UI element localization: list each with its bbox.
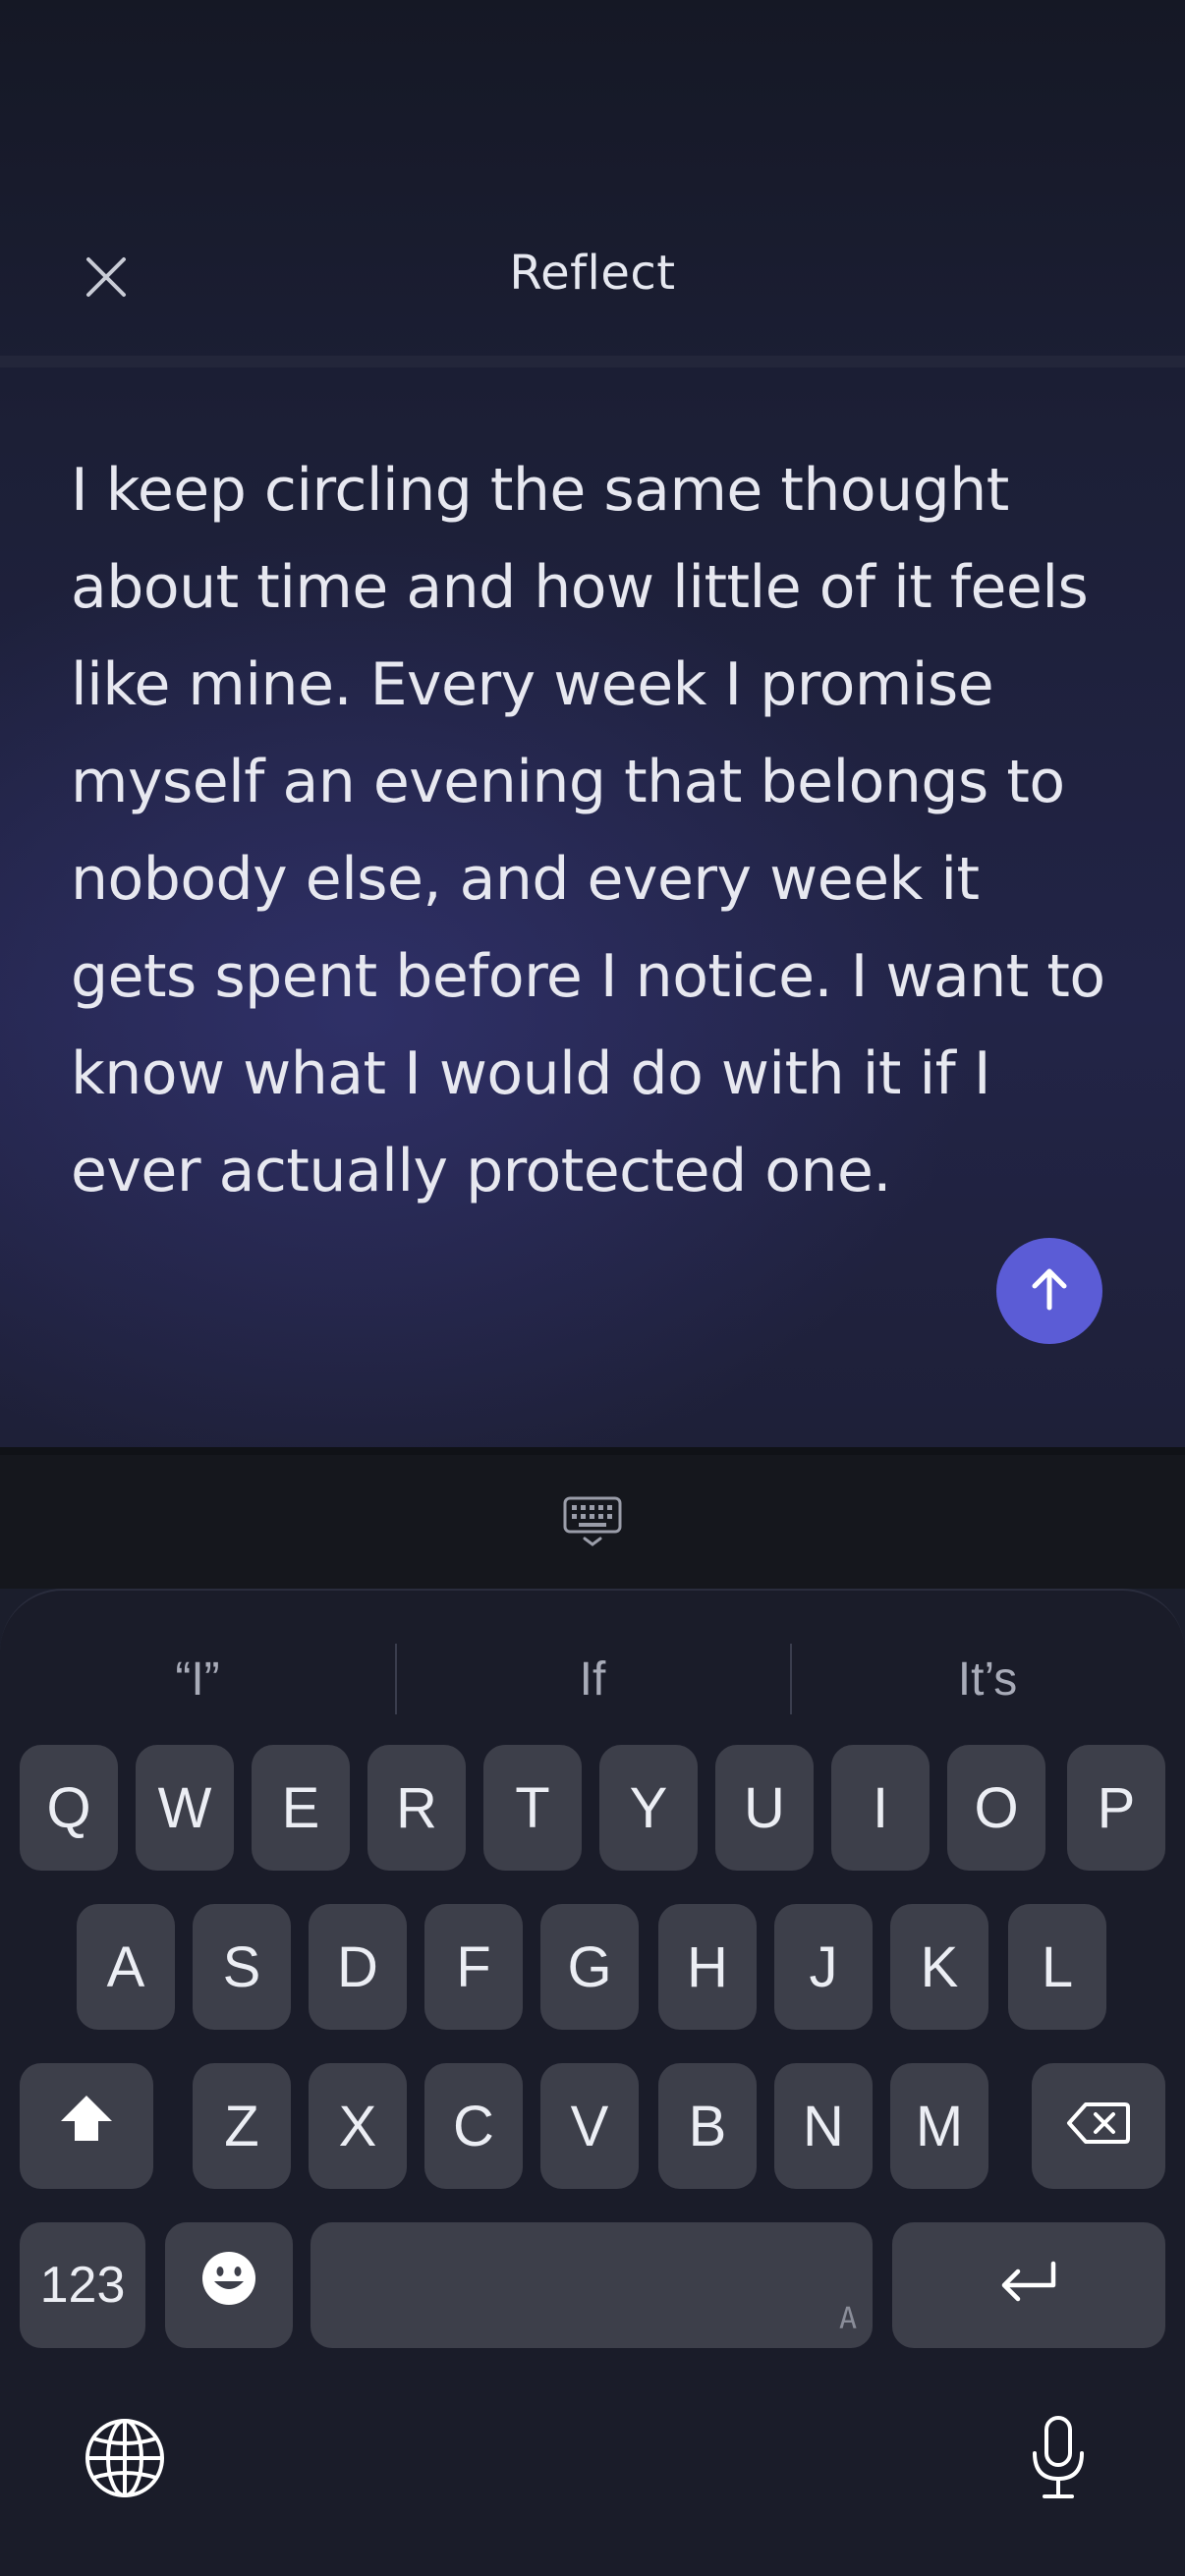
suggestion-bar: “I” If It’s <box>0 1630 1185 1728</box>
suggestion-item[interactable]: It’s <box>790 1630 1185 1728</box>
key-j[interactable]: J <box>774 1904 873 2030</box>
emoji-key[interactable] <box>165 2222 293 2348</box>
key-h[interactable]: H <box>658 1904 757 2030</box>
key-y[interactable]: Y <box>599 1745 698 1871</box>
key-x[interactable]: X <box>309 2063 407 2189</box>
key-t[interactable]: T <box>483 1745 582 1871</box>
space-language-mark: A <box>838 2302 857 2336</box>
key-w[interactable]: W <box>136 1745 234 1871</box>
app-screen: Reflect I keep circling the same thought… <box>0 0 1185 1447</box>
suggestion-item[interactable]: “I” <box>0 1630 395 1728</box>
key-q[interactable]: Q <box>20 1745 118 1871</box>
send-button[interactable] <box>996 1238 1102 1344</box>
backspace-key[interactable] <box>1032 2063 1165 2189</box>
shift-key[interactable] <box>20 2063 153 2189</box>
key-s[interactable]: S <box>193 1904 291 2030</box>
suggestion-item[interactable]: If <box>395 1630 790 1728</box>
on-screen-keyboard: “I” If It’s Q W E R T Y U I O P A S D F … <box>0 1589 1185 2576</box>
header-divider <box>0 356 1185 367</box>
key-o[interactable]: O <box>947 1745 1045 1871</box>
header: Reflect <box>0 0 1185 359</box>
arrow-up-icon <box>1025 1264 1074 1318</box>
key-b[interactable]: B <box>658 2063 757 2189</box>
space-key[interactable]: A <box>310 2222 873 2348</box>
language-switch-button[interactable] <box>71 2406 179 2514</box>
key-f[interactable]: F <box>424 1904 523 2030</box>
keyboard-hide-icon <box>562 1495 623 1553</box>
key-c[interactable]: C <box>424 2063 523 2189</box>
shift-icon <box>57 2092 116 2160</box>
key-u[interactable]: U <box>715 1745 814 1871</box>
page-title: Reflect <box>509 246 676 301</box>
key-l[interactable]: L <box>1008 1904 1106 2030</box>
backspace-icon <box>1066 2094 1131 2159</box>
numbers-key[interactable]: 123 <box>20 2222 145 2348</box>
hide-keyboard-button[interactable] <box>558 1494 627 1553</box>
keyboard-toolbar <box>0 1447 1185 1589</box>
key-i[interactable]: I <box>831 1745 930 1871</box>
key-k[interactable]: K <box>890 1904 988 2030</box>
key-g[interactable]: G <box>540 1904 639 2030</box>
key-p[interactable]: P <box>1067 1745 1165 1871</box>
key-m[interactable]: M <box>890 2063 988 2189</box>
journal-entry-text[interactable]: I keep circling the same thought about t… <box>71 442 1122 1220</box>
globe-icon <box>84 2417 166 2504</box>
return-icon <box>998 2253 1059 2319</box>
key-v[interactable]: V <box>540 2063 639 2189</box>
key-r[interactable]: R <box>367 1745 466 1871</box>
key-n[interactable]: N <box>774 2063 873 2189</box>
key-a[interactable]: A <box>77 1904 175 2030</box>
key-z[interactable]: Z <box>193 2063 291 2189</box>
microphone-icon <box>1029 2414 1088 2507</box>
key-d[interactable]: D <box>309 1904 407 2030</box>
enter-key[interactable] <box>892 2222 1165 2348</box>
key-e[interactable]: E <box>252 1745 350 1871</box>
dictation-button[interactable] <box>1004 2406 1112 2514</box>
emoji-icon <box>200 2250 257 2321</box>
